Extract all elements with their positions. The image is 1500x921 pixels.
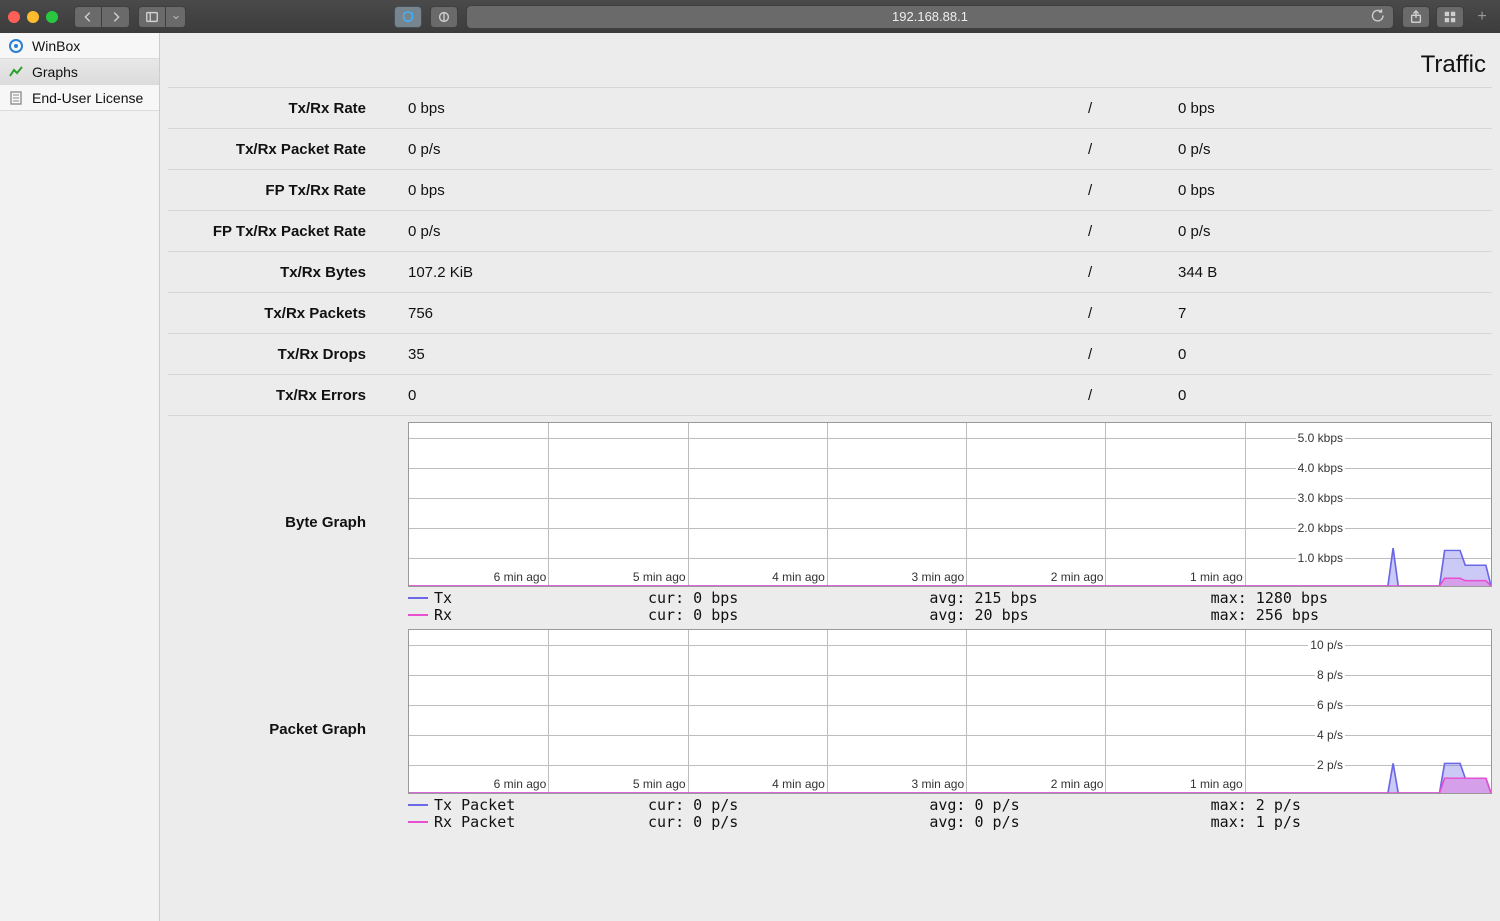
stat-tx: 0 bps [408, 100, 1088, 117]
stat-label: Tx/Rx Drops [168, 346, 408, 363]
stat-tx: 0 bps [408, 182, 1088, 199]
forward-button[interactable] [102, 6, 130, 28]
stat-tx: 107.2 KiB [408, 264, 1088, 281]
table-row: Tx/Rx Bytes107.2 KiB/344 B [168, 252, 1492, 293]
legend-cur: cur: 0 p/s [648, 796, 738, 814]
legend-max: max: 1280 bps [1211, 589, 1328, 607]
sidebar-item-winbox[interactable]: WinBox [0, 33, 159, 59]
sidebar: WinBox Graphs End-User License [0, 33, 160, 921]
tabs-overview-button[interactable] [1436, 6, 1464, 28]
legend-swatch [408, 804, 428, 806]
stat-label: Tx/Rx Packet Rate [168, 141, 408, 158]
address-bar[interactable]: 192.168.88.1 [466, 5, 1394, 29]
stat-tx: 0 p/s [408, 141, 1088, 158]
legend-cur: cur: 0 bps [648, 606, 738, 624]
legend-max: max: 2 p/s [1211, 796, 1301, 814]
legend-max: max: 1 p/s [1211, 813, 1301, 831]
sidebar-toggle-button[interactable] [138, 6, 166, 28]
stat-rx: 7 [1178, 305, 1492, 322]
stat-label: FP Tx/Rx Rate [168, 182, 408, 199]
graph-legend: Tx PacketRx Packet cur: 0 p/scur: 0 p/s av… [408, 796, 1492, 830]
legend-name: Rx [434, 606, 452, 624]
stat-rx: 0 p/s [1178, 141, 1492, 158]
legend-avg: avg: 0 p/s [929, 796, 1019, 814]
stat-label: Tx/Rx Packets [168, 305, 408, 322]
graph-title: Packet Graph [168, 629, 408, 830]
legend-name: Tx [434, 589, 452, 607]
stat-separator: / [1088, 305, 1178, 322]
sidebar-item-label: WinBox [32, 38, 80, 54]
legend-swatch [408, 597, 428, 599]
new-tab-button[interactable]: + [1472, 5, 1492, 29]
winbox-icon [8, 38, 24, 54]
table-row: Tx/Rx Packets756/7 [168, 293, 1492, 334]
sidebar-item-label: Graphs [32, 64, 78, 80]
stat-label: FP Tx/Rx Packet Rate [168, 223, 408, 240]
stat-separator: / [1088, 346, 1178, 363]
table-row: Tx/Rx Drops35/0 [168, 334, 1492, 375]
stat-separator: / [1088, 182, 1178, 199]
address-url: 192.168.88.1 [892, 9, 968, 24]
stat-rx: 0 bps [1178, 100, 1492, 117]
stat-rx: 0 bps [1178, 182, 1492, 199]
stat-rx: 0 p/s [1178, 223, 1492, 240]
stats-table: Tx/Rx Rate0 bps/0 bpsTx/Rx Packet Rate0 … [168, 87, 1492, 416]
stat-tx: 756 [408, 305, 1088, 322]
legend-name: Rx Packet [434, 813, 515, 831]
stat-separator: / [1088, 387, 1178, 404]
stat-rx: 344 B [1178, 264, 1492, 281]
legend-swatch [408, 614, 428, 616]
graph-icon [8, 64, 24, 80]
legend-cur: cur: 0 bps [648, 589, 738, 607]
stat-rx: 0 [1178, 346, 1492, 363]
sidebar-item-label: End-User License [32, 90, 143, 106]
privacy-report-button[interactable] [394, 6, 422, 28]
legend-swatch [408, 821, 428, 823]
graph-legend: TxRx cur: 0 bpscur: 0 bps avg: 215 bpsavg:… [408, 589, 1492, 623]
table-row: Tx/Rx Rate0 bps/0 bps [168, 88, 1492, 129]
stat-label: Tx/Rx Rate [168, 100, 408, 117]
graph-byte-graph: Byte Graph1.0 kbps2.0 kbps3.0 kbps4.0 kb… [168, 422, 1492, 623]
stat-separator: / [1088, 223, 1178, 240]
legend-avg: avg: 215 bps [929, 589, 1037, 607]
legend-avg: avg: 20 bps [929, 606, 1028, 624]
content-area[interactable]: Traffic Tx/Rx Rate0 bps/0 bpsTx/Rx Packe… [160, 33, 1500, 921]
stat-tx: 0 [408, 387, 1088, 404]
reload-icon[interactable] [1371, 8, 1385, 25]
legend-cur: cur: 0 p/s [648, 813, 738, 831]
table-row: FP Tx/Rx Rate0 bps/0 bps [168, 170, 1492, 211]
stat-tx: 0 p/s [408, 223, 1088, 240]
window-controls [8, 11, 58, 23]
stat-separator: / [1088, 141, 1178, 158]
minimize-window-button[interactable] [27, 11, 39, 23]
graph-canvas: 2 p/s4 p/s6 p/s8 p/s10 p/s6 min ago5 min… [408, 629, 1492, 794]
stat-separator: / [1088, 264, 1178, 281]
legend-avg: avg: 0 p/s [929, 813, 1019, 831]
reader-toggle-button[interactable] [430, 6, 458, 28]
close-window-button[interactable] [8, 11, 20, 23]
maximize-window-button[interactable] [46, 11, 58, 23]
page-title: Traffic [160, 33, 1500, 87]
graph-canvas: 1.0 kbps2.0 kbps3.0 kbps4.0 kbps5.0 kbps… [408, 422, 1492, 587]
legend-max: max: 256 bps [1211, 606, 1319, 624]
stat-label: Tx/Rx Bytes [168, 264, 408, 281]
doc-icon [8, 90, 24, 106]
sidebar-item-graphs[interactable]: Graphs [0, 59, 159, 85]
sidebar-menu-button[interactable] [166, 6, 186, 28]
table-row: Tx/Rx Packet Rate0 p/s/0 p/s [168, 129, 1492, 170]
share-button[interactable] [1402, 6, 1430, 28]
legend-name: Tx Packet [434, 796, 515, 814]
graph-title: Byte Graph [168, 422, 408, 623]
graph-packet-graph: Packet Graph2 p/s4 p/s6 p/s8 p/s10 p/s6 … [168, 629, 1492, 830]
stat-tx: 35 [408, 346, 1088, 363]
sidebar-item-end-user-license[interactable]: End-User License [0, 85, 159, 111]
back-button[interactable] [74, 6, 102, 28]
stat-separator: / [1088, 100, 1178, 117]
table-row: Tx/Rx Errors0/0 [168, 375, 1492, 416]
stat-rx: 0 [1178, 387, 1492, 404]
table-row: FP Tx/Rx Packet Rate0 p/s/0 p/s [168, 211, 1492, 252]
stat-label: Tx/Rx Errors [168, 387, 408, 404]
browser-toolbar: 192.168.88.1 + [0, 0, 1500, 33]
